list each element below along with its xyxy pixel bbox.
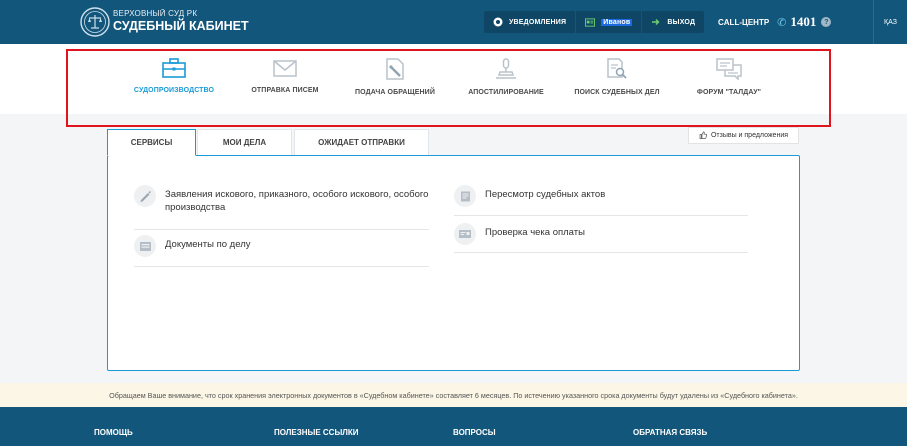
services-panel: Заявления искового, приказного, особого …	[107, 155, 800, 371]
tab-services[interactable]: СЕРВИСЫ	[107, 129, 196, 156]
service-judicial-review[interactable]: Пересмотр судебных актов	[454, 185, 748, 216]
nav-item-apostille[interactable]: АПОСТИЛИРОВАНИЕ	[446, 58, 566, 96]
nav-item-submit-appeals[interactable]: ПОДАЧА ОБРАЩЕНИЙ	[335, 58, 455, 96]
supreme-court-emblem-icon[interactable]	[80, 7, 110, 37]
nav-label: ПОДАЧА ОБРАЩЕНИЙ	[355, 89, 435, 96]
briefcase-icon	[162, 58, 186, 78]
call-center-number[interactable]: 1401	[790, 14, 816, 30]
nav-item-court-proceedings[interactable]: СУДОПРОИЗВОДСТВО	[114, 58, 234, 94]
user-profile-button[interactable]: Иванов	[576, 11, 643, 33]
footer-link-questions[interactable]: ВОПРОСЫ	[453, 428, 496, 437]
header-actions: УВЕДОМЛЕНИЯ Иванов ВЫХОД	[484, 11, 705, 33]
service-claims[interactable]: Заявления искового, приказного, особого …	[134, 185, 429, 230]
service-payment-check[interactable]: Проверка чека оплаты	[454, 223, 748, 253]
chat-icon	[716, 58, 742, 80]
top-header: ВЕРХОВНЫЙ СУД РК СУДЕБНЫЙ КАБИНЕТ УВЕДОМ…	[0, 0, 907, 44]
service-label: Проверка чека оплаты	[485, 227, 585, 238]
feedback-button[interactable]: Отзывы и предложения	[688, 127, 799, 144]
storage-notice: Обращаем Ваше внимание, что срок хранени…	[0, 383, 907, 407]
language-switch[interactable]: ҚАЗ	[873, 0, 907, 44]
tab-my-cases[interactable]: МОИ ДЕЛА	[197, 129, 292, 155]
service-label: Пересмотр судебных актов	[485, 189, 606, 200]
nav-label: ПОИСК СУДЕБНЫХ ДЕЛ	[574, 89, 660, 96]
logout-label: ВЫХОД	[667, 18, 696, 26]
notifications-button[interactable]: УВЕДОМЛЕНИЯ	[484, 11, 577, 33]
logout-arrow-icon	[651, 17, 661, 27]
phone-icon: ✆	[777, 16, 787, 29]
document-search-icon	[607, 58, 627, 79]
brand-title[interactable]: ВЕРХОВНЫЙ СУД РК СУДЕБНЫЙ КАБИНЕТ	[113, 10, 249, 33]
nav-item-taldau-forum[interactable]: ФОРУМ "ТАЛДАУ"	[669, 58, 789, 96]
document-pencil-icon	[386, 58, 404, 80]
envelope-icon	[273, 60, 297, 77]
pen-icon	[134, 185, 156, 207]
brand-subtitle: ВЕРХОВНЫЙ СУД РК	[113, 9, 198, 18]
nav-item-court-case-search[interactable]: ПОИСК СУДЕБНЫХ ДЕЛ	[557, 58, 677, 96]
user-name: Иванов	[601, 18, 633, 26]
call-center: CALL-ЦЕНТР ✆ 1401 ?	[718, 14, 832, 30]
folder-icon	[134, 235, 156, 257]
service-label: Заявления искового, приказного, особого …	[165, 189, 429, 213]
id-card-icon	[585, 17, 596, 27]
call-center-label: CALL-ЦЕНТР	[718, 17, 770, 27]
feedback-label: Отзывы и предложения	[710, 132, 789, 139]
footer: ПОМОЩЬ ПОЛЕЗНЫЕ ССЫЛКИ ВОПРОСЫ ОБРАТНАЯ …	[0, 407, 907, 446]
receipt-icon	[454, 223, 476, 245]
service-label: Документы по делу	[165, 239, 251, 250]
footer-link-feedback[interactable]: ОБРАТНАЯ СВЯЗЬ	[633, 428, 707, 437]
notifications-label: УВЕДОМЛЕНИЯ	[509, 18, 567, 26]
review-icon	[454, 185, 476, 207]
brand-name: СУДЕБНЫЙ КАБИНЕТ	[113, 19, 249, 33]
help-icon[interactable]: ?	[821, 17, 832, 27]
nav-label: СУДОПРОИЗВОДСТВО	[133, 87, 215, 94]
nav-label: ФОРУМ "ТАЛДАУ"	[696, 89, 762, 96]
footer-link-useful-links[interactable]: ПОЛЕЗНЫЕ ССЫЛКИ	[274, 428, 359, 437]
nav-label: АПОСТИЛИРОВАНИЕ	[468, 89, 544, 96]
footer-link-help[interactable]: ПОМОЩЬ	[94, 428, 133, 437]
tab-awaiting-sending[interactable]: ОЖИДАЕТ ОТПРАВКИ	[294, 129, 429, 155]
logout-button[interactable]: ВЫХОД	[642, 11, 704, 33]
nav-label: ОТПРАВКА ПИСЕМ	[251, 87, 319, 94]
thumbs-up-icon	[699, 130, 707, 141]
stamp-icon	[496, 58, 516, 79]
notification-badge-icon	[493, 17, 503, 27]
nav-item-send-letters[interactable]: ОТПРАВКА ПИСЕМ	[225, 58, 345, 94]
service-case-documents[interactable]: Документы по делу	[134, 235, 429, 267]
